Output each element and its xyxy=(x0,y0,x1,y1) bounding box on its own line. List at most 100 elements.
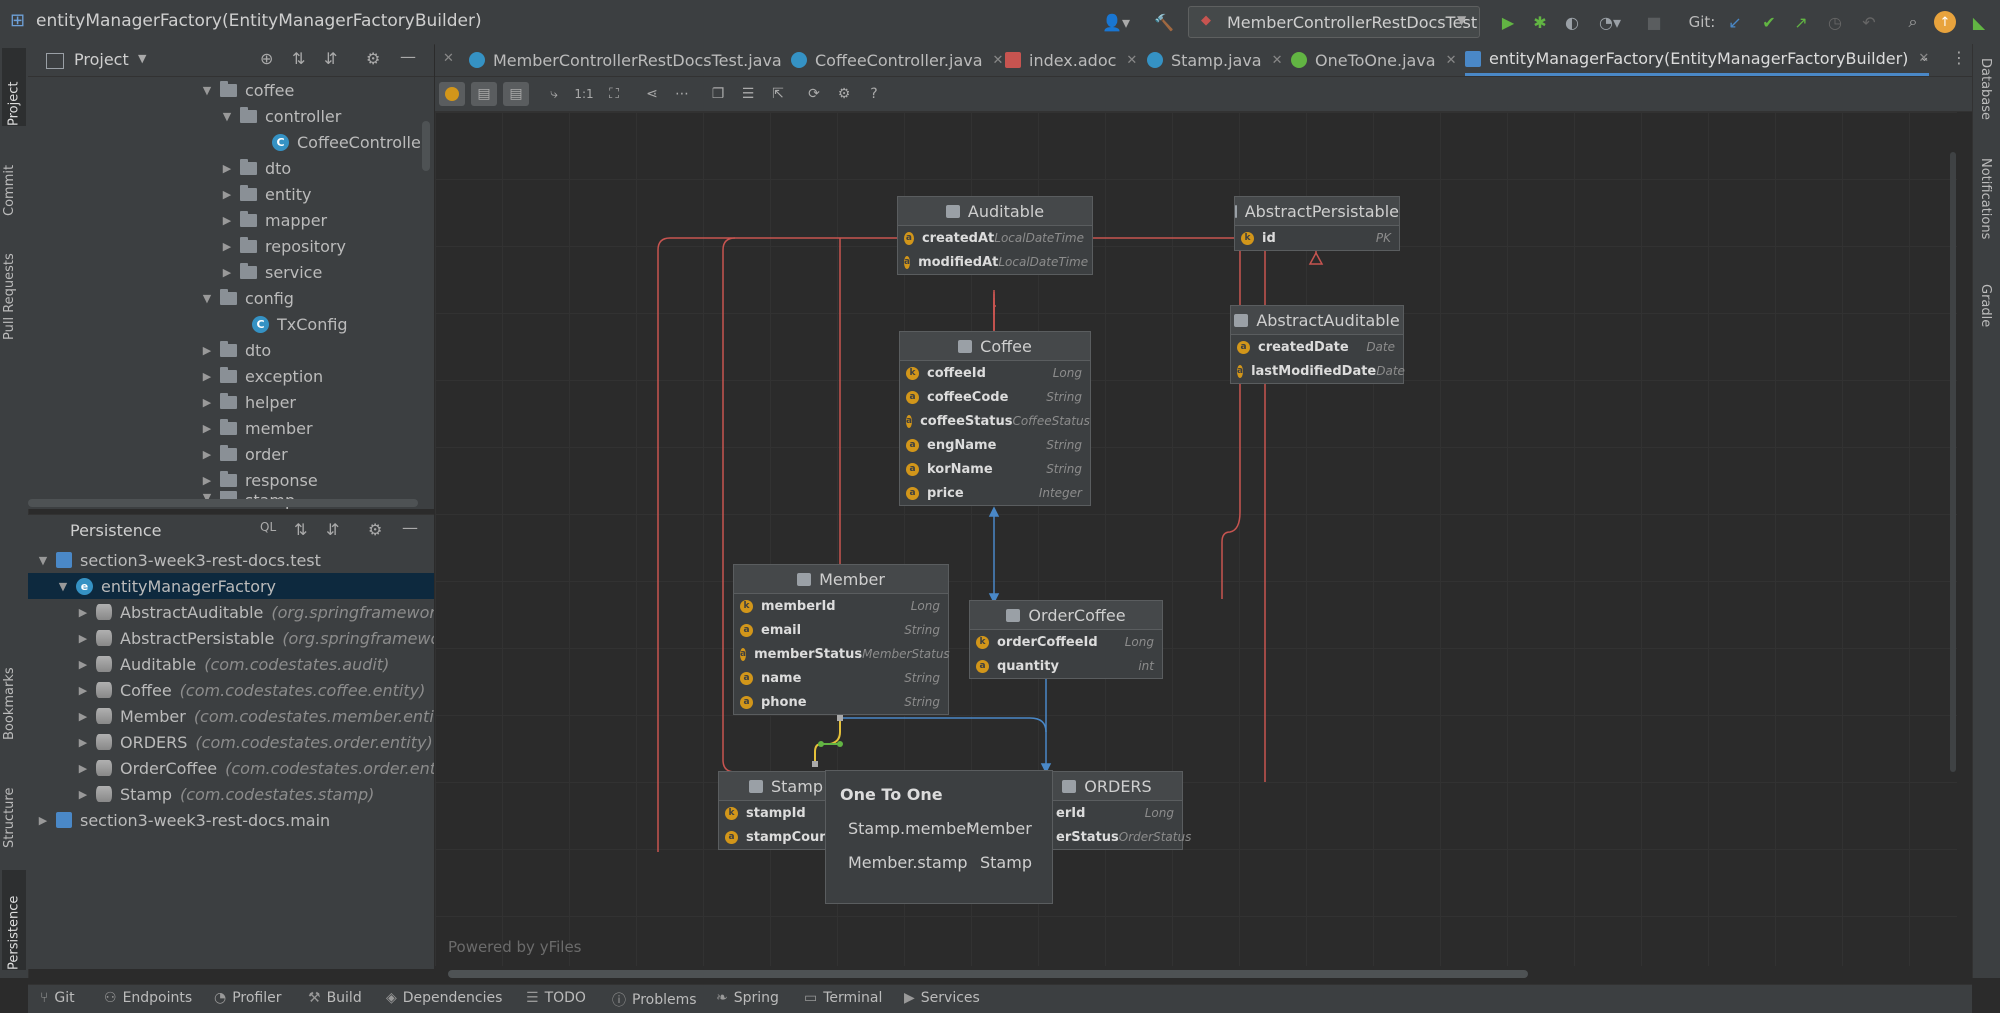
bottom-tab-terminal[interactable]: ▭ Terminal xyxy=(804,990,882,1006)
plugin-icon[interactable]: ◣ xyxy=(1966,8,1992,36)
close-icon[interactable]: ✕ xyxy=(1272,53,1283,68)
collapse-all-icon[interactable]: ⇵ xyxy=(324,49,337,68)
tab-stamp-java[interactable]: Stamp.java ✕ xyxy=(1147,44,1283,76)
tree-item-entity[interactable]: ▶ Coffee (com.codestates.coffee.entity) xyxy=(76,677,426,703)
tree-item[interactable]: ▶ exception xyxy=(200,363,323,389)
route-edges-icon[interactable]: ⤷ xyxy=(541,82,567,106)
tree-item[interactable]: ▶ order xyxy=(200,441,288,467)
tree-item[interactable]: ▶ repository xyxy=(220,233,346,259)
tab-entity-manager-factory[interactable]: entityManagerFactory(EntityManagerFactor… xyxy=(1465,44,1930,76)
tree-item[interactable]: ▶ dto xyxy=(220,155,291,181)
tool-tab-gradle[interactable]: Gradle xyxy=(1978,284,1993,327)
tree-item[interactable]: C CoffeeController xyxy=(272,129,427,155)
tree-item-entity[interactable]: ▶ AbstractAuditable (org.springframework.d… xyxy=(76,599,434,625)
tree-item-entity[interactable]: ▶ OrderCoffee (com.codestates.order.entity… xyxy=(76,755,434,781)
tree-item[interactable]: ▶ entity xyxy=(220,181,311,207)
vertical-scrollbar[interactable] xyxy=(1950,152,1956,772)
build-icon[interactable]: 🔨 xyxy=(1150,8,1178,36)
show-fields-icon[interactable] xyxy=(439,82,465,106)
tree-item[interactable]: ▶ helper xyxy=(200,389,296,415)
entity-node-coffee[interactable]: Coffee k coffeeId Long a coffeeCode String a… xyxy=(899,331,1091,506)
query-console-icon[interactable]: QL xyxy=(260,520,276,534)
tree-item-entity[interactable]: ▶ Stamp (com.codestates.stamp) xyxy=(76,781,375,807)
tab-one-to-one[interactable]: OneToOne.java ✕ xyxy=(1291,44,1457,76)
close-icon[interactable]: ✕ xyxy=(1446,53,1457,68)
close-icon[interactable]: ✕ xyxy=(1126,53,1137,68)
run-icon[interactable]: ▶ xyxy=(1494,8,1522,36)
actual-size-button[interactable]: 1:1 xyxy=(571,82,597,106)
tree-item[interactable]: ▼ config xyxy=(200,285,294,311)
search-icon[interactable]: ⌕ xyxy=(1900,8,1926,36)
vertical-scrollbar[interactable] xyxy=(422,121,430,171)
entity-node-auditable[interactable]: Auditable a createdAt LocalDateTime a modif… xyxy=(897,196,1093,275)
stop-icon[interactable]: ■ xyxy=(1640,8,1668,36)
hide-icon[interactable]: — xyxy=(402,518,418,537)
tool-tab-bookmarks[interactable]: Bookmarks xyxy=(2,648,17,740)
more-icon[interactable]: ⋮ xyxy=(1951,48,1967,67)
tree-item[interactable]: ▶ response xyxy=(200,467,318,493)
run-configuration-select[interactable]: ◆ MemberControllerRestDocsTest ▼ xyxy=(1188,6,1480,38)
bottom-tab-problems[interactable]: ⓘ Problems xyxy=(612,990,697,1010)
tree-item-module[interactable]: ▼ section3-week3-rest-docs.test xyxy=(36,547,321,573)
refresh-icon[interactable]: ⟳ xyxy=(801,82,827,106)
debug-icon[interactable]: ✱ xyxy=(1526,8,1554,36)
tree-item-entity-manager-factory[interactable]: ▼ e entityManagerFactory xyxy=(28,573,434,599)
tree-item[interactable]: ▶ service xyxy=(220,259,322,285)
diagram-canvas[interactable]: Auditable a createdAt LocalDateTime a modif… xyxy=(435,112,1957,966)
tree-item-entity[interactable]: ▶ ORDERS (com.codestates.order.entity) xyxy=(76,729,433,755)
tab-member-controller-rest-docs-test[interactable]: MemberControllerRestDocsTest.java✕ xyxy=(469,44,803,76)
tree-item-entity[interactable]: ▶ Member (com.codestates.member.entity) xyxy=(76,703,434,729)
close-icon[interactable]: ✕ xyxy=(993,53,1004,68)
tool-tab-commit[interactable]: Commit xyxy=(2,136,17,216)
tool-tab-database[interactable]: Database xyxy=(1978,58,1993,120)
tree-item-module[interactable]: ▶ section3-week3-rest-docs.main xyxy=(36,807,330,833)
profile-icon[interactable]: ◔▾ xyxy=(1590,8,1630,36)
close-icon[interactable]: ✕ xyxy=(443,51,454,66)
layout-icon[interactable]: ⋯ xyxy=(669,82,695,106)
tool-tab-project[interactable]: Project xyxy=(2,48,26,126)
git-commit-icon[interactable]: ✔ xyxy=(1756,8,1782,36)
locate-icon[interactable]: ⊕ xyxy=(260,49,273,68)
tool-tab-pull-requests[interactable]: Pull Requests xyxy=(2,230,17,340)
tree-item[interactable]: ▶ dto xyxy=(200,337,271,363)
hide-icon[interactable]: — xyxy=(400,47,416,66)
entity-node-abstract-auditable[interactable]: AbstractAuditable a createdDate Date a last… xyxy=(1230,305,1405,384)
entity-node-abstract-persistable[interactable]: AbstractPersistable k id PK xyxy=(1234,196,1400,251)
fit-content-icon[interactable]: ⛶ xyxy=(601,82,627,106)
tree-item[interactable]: C TxConfig xyxy=(252,311,348,337)
entity-node-order-coffee[interactable]: OrderCoffee k orderCoffeeId Long a quantity… xyxy=(969,600,1163,679)
horizontal-scrollbar[interactable] xyxy=(448,970,1528,978)
export-icon[interactable]: ⇱ xyxy=(765,82,791,106)
gear-icon[interactable]: ⚙ xyxy=(366,49,380,68)
rollback-icon[interactable]: ↶ xyxy=(1856,8,1882,36)
git-push-icon[interactable]: ↗ xyxy=(1788,8,1814,36)
history-icon[interactable]: ◷ xyxy=(1822,8,1848,36)
tree-item-entity[interactable]: ▶ Auditable (com.codestates.audit) xyxy=(76,651,390,677)
tree-item[interactable]: ▶ mapper xyxy=(220,207,327,233)
update-icon[interactable]: ↑ xyxy=(1934,11,1956,33)
bottom-tab-services[interactable]: ▶ Services xyxy=(904,990,980,1006)
bottom-tab-build[interactable]: ⚒ Build xyxy=(308,990,362,1006)
show-embeddables-icon[interactable]: ▤ xyxy=(503,82,529,106)
bottom-tab-git[interactable]: ⑂ Git xyxy=(40,990,75,1006)
tool-tab-persistence[interactable]: Persistence xyxy=(2,870,26,970)
tree-item[interactable]: ▼ coffee xyxy=(200,77,294,103)
tab-index-adoc[interactable]: index.adoc ✕ xyxy=(1005,44,1137,76)
align-icon[interactable]: ☰ xyxy=(735,82,761,106)
tree-item-entity[interactable]: ▶ AbstractPersistable (org.springframework… xyxy=(76,625,434,651)
copy-icon[interactable]: ❐ xyxy=(705,82,731,106)
chevron-down-icon[interactable]: ⌄ xyxy=(1919,50,1930,65)
tool-tab-notifications[interactable]: Notifications xyxy=(1978,158,1993,239)
gear-icon[interactable]: ⚙ xyxy=(368,520,382,539)
expand-all-icon[interactable]: ⇅ xyxy=(292,49,305,68)
tree-item[interactable]: ▼ controller xyxy=(220,103,341,129)
horizontal-scrollbar[interactable] xyxy=(28,499,418,507)
bottom-tab-dependencies[interactable]: ◈ Dependencies xyxy=(386,990,502,1006)
bottom-tab-profiler[interactable]: ◔ Profiler xyxy=(214,990,282,1006)
tool-tab-structure[interactable]: Structure xyxy=(2,762,17,848)
entity-node-member[interactable]: Member k memberId Long a email String a membe… xyxy=(733,564,950,715)
expand-all-icon[interactable]: ⇅ xyxy=(294,520,307,539)
collapse-all-icon[interactable]: ⇵ xyxy=(326,520,339,539)
show-entities-icon[interactable]: ▤ xyxy=(471,82,497,106)
help-button[interactable]: ? xyxy=(861,82,887,106)
